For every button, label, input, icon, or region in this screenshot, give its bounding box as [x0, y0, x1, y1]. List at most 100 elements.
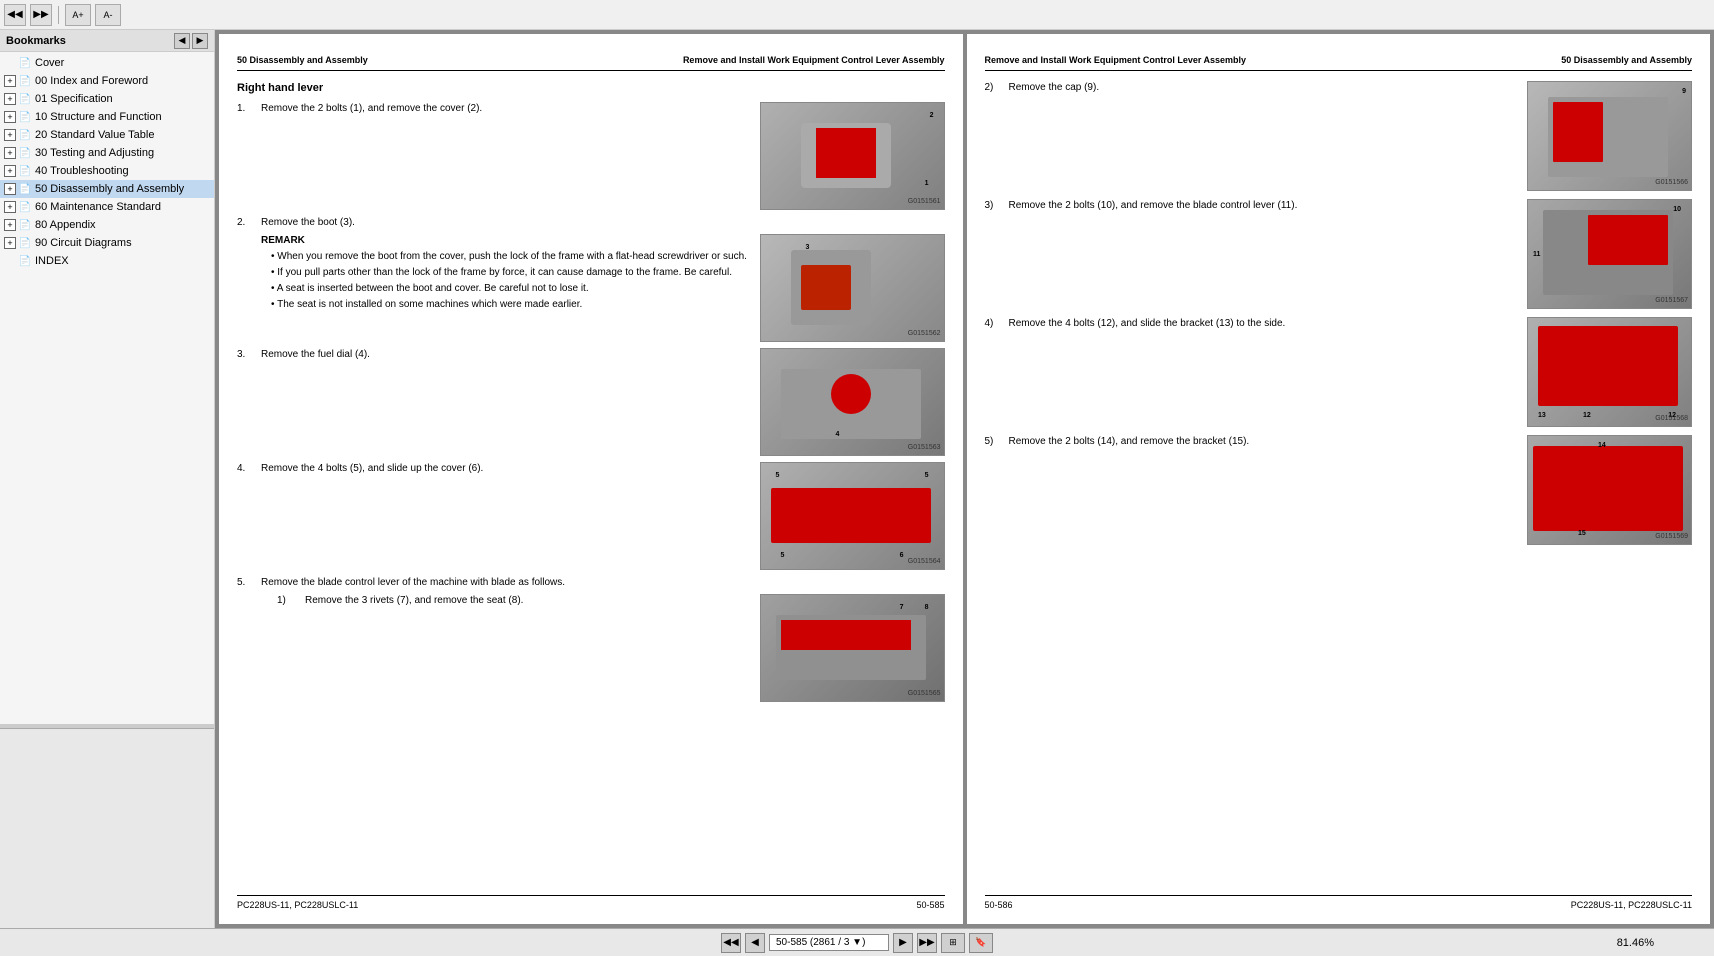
left-footer-right: 50-585: [916, 899, 944, 912]
sidebar-item-label-7: 50 Disassembly and Assembly: [35, 183, 184, 195]
nav-prev-btn[interactable]: ◀: [745, 933, 765, 953]
sidebar-expand-btn[interactable]: ▶: [192, 33, 208, 49]
sidebar-item-1[interactable]: +📄00 Index and Foreword: [0, 72, 214, 90]
sub-step-1-image: 7 8 G0151565: [760, 594, 945, 702]
right-step-3: 3) Remove the 2 bolts (10), and remove t…: [985, 199, 1693, 309]
step-1-imgid: G0151561: [908, 197, 941, 207]
right-step-3-text-row: 3) Remove the 2 bolts (10), and remove t…: [985, 199, 1520, 213]
r4-label-12a: 12: [1583, 411, 1591, 421]
step-4-label-5a: 5: [776, 471, 780, 481]
step-2-content: 2. Remove the boot (3). REMARK When you …: [237, 216, 752, 342]
sidebar-item-label-6: 40 Troubleshooting: [35, 165, 129, 177]
nav-next-btn[interactable]: ▶: [893, 933, 913, 953]
r3-label-10: 10: [1673, 205, 1681, 215]
nav-last-btn[interactable]: ▶▶: [917, 933, 937, 953]
left-page-footer: PC228US-11, PC228USLC-11 50-585: [237, 895, 945, 912]
sidebar-collapse-btn[interactable]: ◀: [174, 33, 190, 49]
sidebar-item-0[interactable]: 📄Cover: [0, 54, 214, 72]
right-step-3-imgid: G0151567: [1655, 296, 1688, 306]
remark-4: The seat is not installed on some machin…: [271, 298, 752, 312]
right-step-5-num: 5): [985, 435, 1005, 449]
right-step-5-text-row: 5) Remove the 2 bolts (14), and remove t…: [985, 435, 1520, 449]
nav-thumbnails-btn[interactable]: ⊞: [941, 933, 965, 953]
sub-step-1-text: Remove the 3 rivets (7), and remove the …: [305, 594, 523, 608]
bookmark-prev-btn[interactable]: ◀◀: [4, 4, 26, 26]
step-3-text: Remove the fuel dial (4).: [261, 348, 752, 362]
tree-expand-10[interactable]: +: [4, 237, 16, 249]
right-step-4-text: Remove the 4 bolts (12), and slide the b…: [1009, 317, 1286, 331]
sidebar-item-6[interactable]: +📄40 Troubleshooting: [0, 162, 214, 180]
sidebar-tree: 📄Cover+📄00 Index and Foreword+📄01 Specif…: [0, 52, 214, 724]
sidebar-item-8[interactable]: +📄60 Maintenance Standard: [0, 198, 214, 216]
sidebar-item-2[interactable]: +📄01 Specification: [0, 90, 214, 108]
sidebar-bottom-panel: [0, 728, 214, 928]
right-step-3-num: 3): [985, 199, 1005, 213]
sidebar-item-label-5: 30 Testing and Adjusting: [35, 147, 154, 159]
r5-label-14: 14: [1598, 441, 1606, 451]
step-4-num: 4.: [237, 462, 257, 476]
tree-expand-8[interactable]: +: [4, 201, 16, 213]
right-step-5-content: 5) Remove the 2 bolts (14), and remove t…: [985, 435, 1520, 453]
sidebar-item-4[interactable]: +📄20 Standard Value Table: [0, 126, 214, 144]
step-4-label-6: 6: [900, 551, 904, 561]
book-icon-8: 📄: [18, 200, 32, 214]
tree-expand-7[interactable]: +: [4, 183, 16, 195]
book-icon-2: 📄: [18, 92, 32, 106]
sub-step-1-label-7: 7: [900, 603, 904, 613]
step-1-content: 1. Remove the 2 bolts (1), and remove th…: [237, 102, 752, 210]
tree-expand-3[interactable]: +: [4, 111, 16, 123]
book-icon-10: 📄: [18, 236, 32, 250]
zoom-out-btn[interactable]: A-: [95, 4, 121, 26]
right-page: Remove and Install Work Equipment Contro…: [967, 34, 1711, 924]
right-step-4: 4) Remove the 4 bolts (12), and slide th…: [985, 317, 1693, 427]
book-icon-4: 📄: [18, 128, 32, 142]
right-step-5-imgid: G0151569: [1655, 532, 1688, 542]
sidebar-title: Bookmarks: [6, 35, 66, 47]
sidebar-header: Bookmarks ◀ ▶: [0, 30, 214, 52]
sidebar-item-10[interactable]: +📄90 Circuit Diagrams: [0, 234, 214, 252]
step-1-text: Remove the 2 bolts (1), and remove the c…: [261, 102, 752, 116]
sidebar-item-label-4: 20 Standard Value Table: [35, 129, 154, 141]
sidebar-item-3[interactable]: +📄10 Structure and Function: [0, 108, 214, 126]
sidebar-item-label-11: INDEX: [35, 255, 69, 267]
step-4: 4. Remove the 4 bolts (5), and slide up …: [237, 462, 752, 476]
sub-step-1-row: 1) Remove the 3 rivets (7), and remove t…: [253, 594, 945, 702]
tree-expand-9[interactable]: +: [4, 219, 16, 231]
sidebar-item-11[interactable]: 📄INDEX: [0, 252, 214, 270]
right-step-3-image: 10 11 G0151567: [1527, 199, 1692, 309]
sidebar-item-5[interactable]: +📄30 Testing and Adjusting: [0, 144, 214, 162]
step-1-image: 2 1 G0151561: [760, 102, 945, 210]
bookmark-next-btn[interactable]: ▶▶: [30, 4, 52, 26]
sidebar-item-label-1: 00 Index and Foreword: [35, 75, 148, 87]
status-bar: ◀◀ ◀ ▶ ▶▶ ⊞ 🔖 81.46%: [0, 928, 1714, 956]
sidebar-item-label-10: 90 Circuit Diagrams: [35, 237, 132, 249]
content-area: 50 Disassembly and Assembly Remove and I…: [215, 30, 1714, 928]
step-3: 3. Remove the fuel dial (4).: [237, 348, 752, 362]
tree-expand-6[interactable]: +: [4, 165, 16, 177]
step-4-text: Remove the 4 bolts (5), and slide up the…: [261, 462, 752, 476]
left-page: 50 Disassembly and Assembly Remove and I…: [219, 34, 963, 924]
right-step-5-image: 14 15 G0151569: [1527, 435, 1692, 545]
nav-first-btn[interactable]: ◀◀: [721, 933, 741, 953]
page-number-input[interactable]: [769, 934, 889, 951]
r5-label-15: 15: [1578, 529, 1586, 539]
right-step-5: 5) Remove the 2 bolts (14), and remove t…: [985, 435, 1693, 545]
sub-step-1-num: 1): [277, 594, 301, 608]
right-step-2-imgid: G0151566: [1655, 178, 1688, 188]
right-step-4-num: 4): [985, 317, 1005, 331]
book-icon-3: 📄: [18, 110, 32, 124]
step-3-label-4: 4: [836, 430, 840, 440]
sub-step-1-imgid: G0151565: [908, 689, 941, 699]
sidebar-item-label-9: 80 Appendix: [35, 219, 96, 231]
step-2: 2. Remove the boot (3).: [237, 216, 752, 230]
zoom-in-btn[interactable]: A+: [65, 4, 91, 26]
tree-expand-1[interactable]: +: [4, 75, 16, 87]
nav-bookmark-btn[interactable]: 🔖: [969, 933, 993, 953]
step-5-text: Remove the blade control lever of the ma…: [261, 576, 945, 590]
sidebar-item-9[interactable]: +📄80 Appendix: [0, 216, 214, 234]
step-4-image: 5 5 5 6 G0151564: [760, 462, 945, 570]
tree-expand-4[interactable]: +: [4, 129, 16, 141]
tree-expand-5[interactable]: +: [4, 147, 16, 159]
sidebar-item-7[interactable]: +📄50 Disassembly and Assembly: [0, 180, 214, 198]
tree-expand-2[interactable]: +: [4, 93, 16, 105]
